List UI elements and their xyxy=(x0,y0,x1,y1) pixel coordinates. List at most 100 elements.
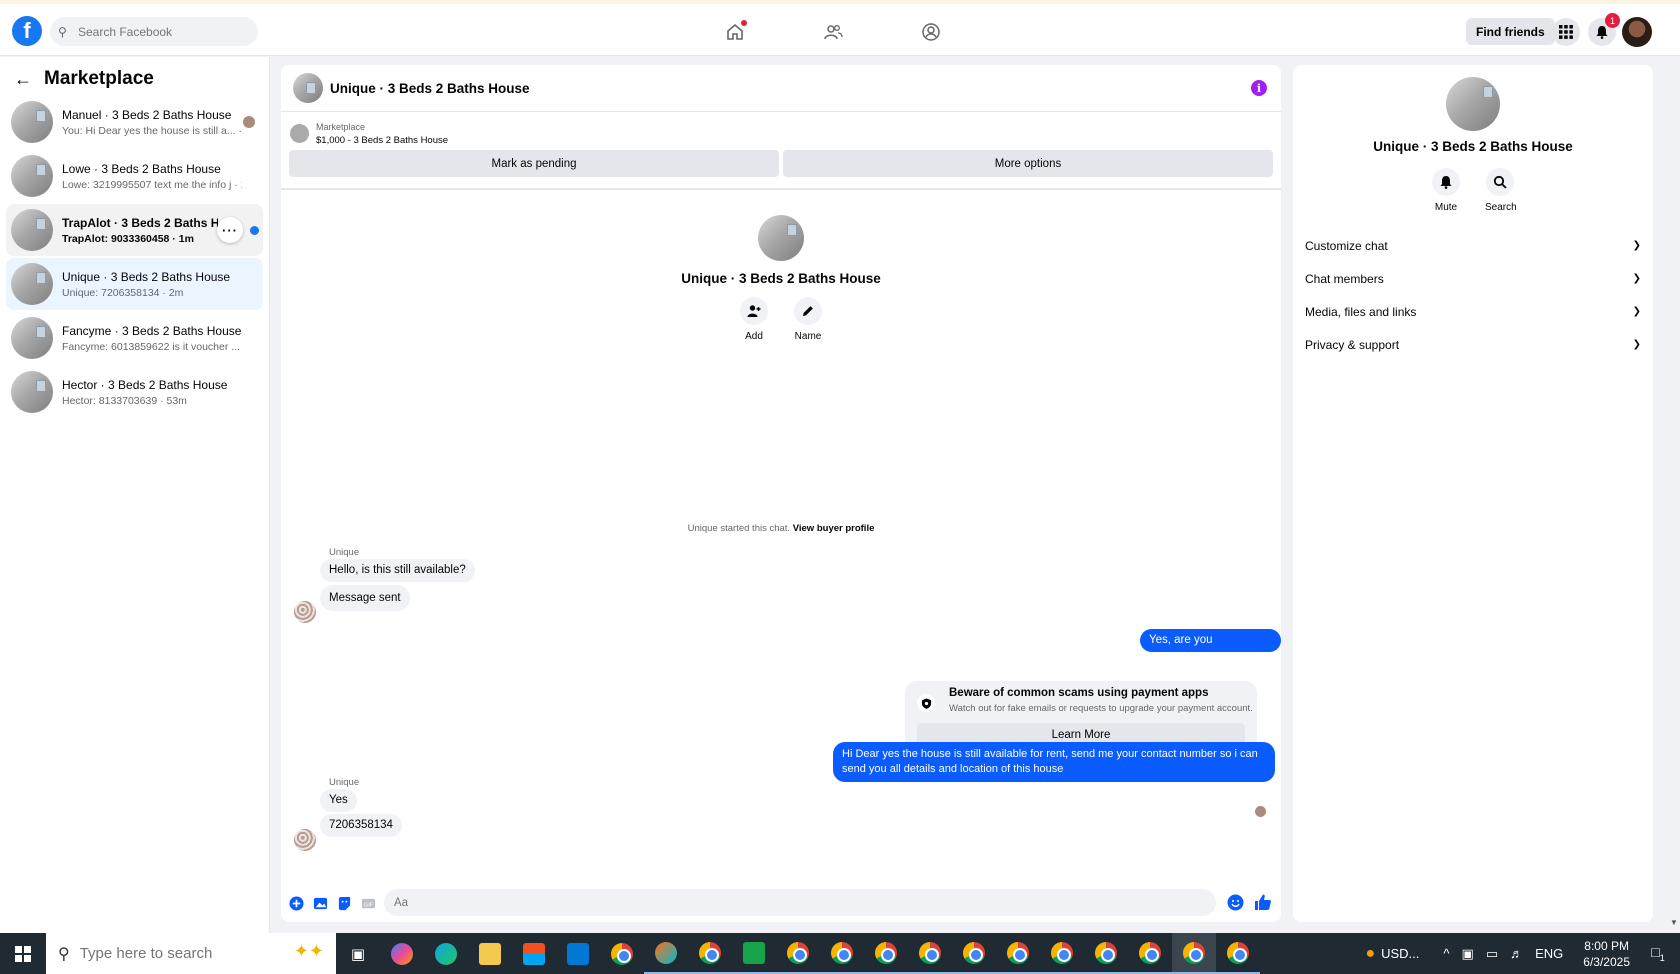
notification-center-icon[interactable]: □1 xyxy=(1644,944,1672,963)
language-indicator[interactable]: ENG xyxy=(1535,946,1563,961)
emoji-icon[interactable] xyxy=(1227,894,1244,911)
incoming-message[interactable]: Hello, is this still available? xyxy=(320,559,475,582)
message-input[interactable] xyxy=(384,889,1216,916)
listing-summary[interactable]: Marketplace $1,000 - 3 Beds 2 Baths Hous… xyxy=(281,112,1281,148)
chrome-window-active[interactable] xyxy=(1172,933,1216,974)
webcam-icon[interactable]: ▣ xyxy=(1462,946,1474,962)
incoming-message[interactable]: Yes xyxy=(320,789,357,812)
chrome-window-10[interactable] xyxy=(1216,933,1260,974)
details-avatar[interactable] xyxy=(1446,77,1500,131)
currency-widget-label[interactable]: USD... xyxy=(1381,946,1419,961)
incoming-message[interactable]: 7206358134 xyxy=(320,814,402,837)
chrome-window-6[interactable] xyxy=(996,933,1040,974)
clock[interactable]: 8:00 PM 6/3/2025 xyxy=(1583,938,1630,970)
task-view-button[interactable]: ▣ xyxy=(336,933,380,974)
chrome-window-9[interactable] xyxy=(1128,933,1172,974)
chrome-icon xyxy=(1139,941,1161,964)
search-icon: ⚲ xyxy=(58,945,70,963)
more-options-button[interactable]: More options xyxy=(783,150,1273,177)
outgoing-message[interactable]: Hi Dear yes the house is still available… xyxy=(833,742,1275,782)
conversation-options-button[interactable]: ··· xyxy=(217,217,243,243)
chrome-window-4[interactable] xyxy=(908,933,952,974)
page-scrollbar[interactable] xyxy=(1666,57,1680,933)
sender-avatar[interactable] xyxy=(294,829,316,851)
conversation-snippet: You: Hi Dear yes the house is still a...… xyxy=(62,124,242,137)
profile-circle-icon xyxy=(922,23,940,41)
chevron-up-icon[interactable]: ^ xyxy=(1443,946,1449,961)
facebook-logo[interactable]: f xyxy=(12,16,42,46)
photo-icon[interactable] xyxy=(312,895,328,911)
conversation-item-lowe[interactable]: Lowe · 3 Beds 2 Baths House Lowe: 321999… xyxy=(6,150,263,202)
sticker-icon[interactable] xyxy=(336,895,352,911)
add-person-icon xyxy=(747,305,761,317)
conversation-item-fancyme[interactable]: Fancyme · 3 Beds 2 Baths House Fancyme: … xyxy=(6,312,263,364)
taskbar-search-input[interactable] xyxy=(79,945,240,962)
start-button[interactable] xyxy=(0,933,46,974)
currency-widget-icon[interactable]: ● xyxy=(1365,945,1375,963)
incoming-message[interactable]: Message sent xyxy=(320,585,410,611)
info-icon[interactable]: i xyxy=(1251,80,1267,96)
conversation-item-unique[interactable]: Unique · 3 Beds 2 Baths House Unique: 72… xyxy=(6,258,263,310)
top-navigation: f ⚲ Find friends 1 xyxy=(0,4,1680,56)
chat-members-row[interactable]: Chat members ❯ xyxy=(1293,262,1653,295)
menu-grid-button[interactable] xyxy=(1552,18,1580,46)
listing-thumbnail xyxy=(11,209,53,251)
chrome-icon xyxy=(875,941,897,964)
back-arrow-icon[interactable]: ← xyxy=(14,69,36,90)
home-nav-icon[interactable] xyxy=(723,20,747,44)
chrome-window-8[interactable] xyxy=(1084,933,1128,974)
edge-app[interactable] xyxy=(424,933,468,974)
chat-avatar[interactable] xyxy=(293,73,323,103)
view-buyer-profile-link[interactable]: View buyer profile xyxy=(793,523,875,534)
spreadsheet-icon xyxy=(743,941,765,964)
facebook-search-input[interactable] xyxy=(78,24,248,39)
mute-button[interactable]: Mute xyxy=(1431,168,1461,213)
taskbar-search[interactable]: ⚲ ✦✦ xyxy=(46,933,336,974)
search-icon: ⚲ xyxy=(58,24,67,39)
edit-name-button[interactable]: Name xyxy=(793,297,823,342)
media-files-links-row[interactable]: Media, files and links ❯ xyxy=(1293,295,1653,328)
outlook-app[interactable] xyxy=(556,933,600,974)
outgoing-message[interactable]: Yes, are you interested? xyxy=(1140,629,1281,669)
chrome-window-3[interactable] xyxy=(864,933,908,974)
chat-title[interactable]: Unique · 3 Beds 2 Baths House xyxy=(330,81,530,96)
conversation-snippet: Fancyme: 6013859622 is it voucher ... · … xyxy=(62,340,242,353)
chrome-profile-app[interactable] xyxy=(688,933,732,974)
plus-circle-icon[interactable] xyxy=(288,895,304,911)
scroll-down-arrow-icon[interactable]: ▼ xyxy=(1670,918,1678,927)
chrome-app[interactable] xyxy=(600,933,644,974)
search-in-chat-button[interactable]: Search xyxy=(1485,168,1517,213)
conversation-item-manuel[interactable]: Manuel · 3 Beds 2 Baths House You: Hi De… xyxy=(6,96,263,148)
sheets-app[interactable] xyxy=(732,933,776,974)
sender-avatar[interactable] xyxy=(294,601,316,623)
thumbs-up-icon[interactable] xyxy=(1254,893,1272,911)
conversation-item-hector[interactable]: Hector · 3 Beds 2 Baths House Hector: 81… xyxy=(6,366,263,418)
folder-icon xyxy=(479,942,501,965)
chrome-window-7[interactable] xyxy=(1040,933,1084,974)
facebook-search-box[interactable]: ⚲ xyxy=(50,17,258,46)
add-people-button[interactable]: Add xyxy=(739,297,769,342)
account-avatar[interactable] xyxy=(1622,17,1652,47)
profile-nav-icon[interactable] xyxy=(919,20,943,44)
listing-thumbnail xyxy=(11,371,53,413)
privacy-support-row[interactable]: Privacy & support ❯ xyxy=(1293,328,1653,361)
find-friends-button[interactable]: Find friends xyxy=(1466,18,1555,45)
copilot-app[interactable] xyxy=(380,933,424,974)
mark-as-pending-button[interactable]: Mark as pending xyxy=(289,150,779,177)
paint-app[interactable] xyxy=(644,933,688,974)
menu-label: Chat members xyxy=(1305,271,1384,286)
clock-date: 6/3/2025 xyxy=(1583,954,1630,969)
customize-chat-row[interactable]: Customize chat ❯ xyxy=(1293,229,1653,262)
gif-icon[interactable]: GIF xyxy=(360,895,376,911)
listing-small-thumbnail xyxy=(290,124,309,143)
volume-icon[interactable]: ♬ xyxy=(1510,946,1523,961)
friends-nav-icon[interactable] xyxy=(821,20,845,44)
chrome-window-1[interactable] xyxy=(776,933,820,974)
network-icon[interactable]: ▭ xyxy=(1486,946,1498,962)
chrome-window-5[interactable] xyxy=(952,933,996,974)
chrome-window-2[interactable] xyxy=(820,933,864,974)
conversation-title: Lowe · 3 Beds 2 Baths House xyxy=(62,161,221,176)
file-explorer-app[interactable] xyxy=(468,933,512,974)
store-app[interactable] xyxy=(512,933,556,974)
conversation-item-trapalot[interactable]: TrapAlot · 3 Beds 2 Baths House TrapAlot… xyxy=(6,204,263,256)
